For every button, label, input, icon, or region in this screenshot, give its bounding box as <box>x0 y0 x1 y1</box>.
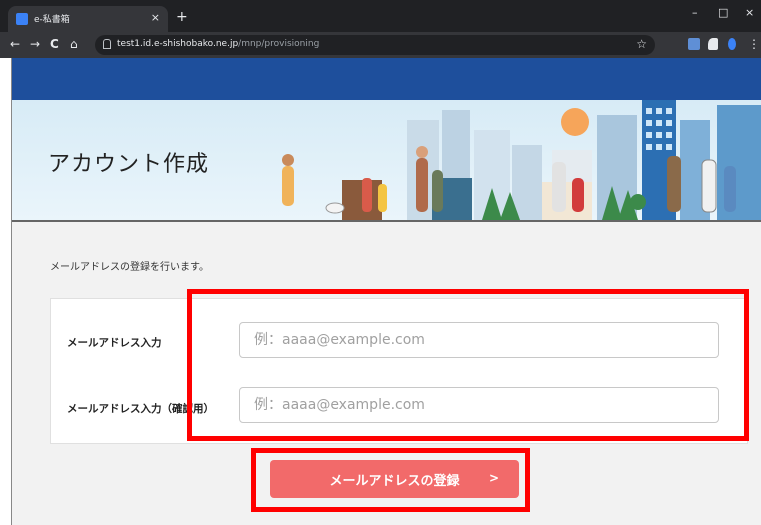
url-host: test1.id.e-shishobako.ne.jp <box>117 39 239 49</box>
email-confirm-label: メールアドレス入力（確認用） <box>67 403 214 415</box>
bookmark-star-icon[interactable]: ☆ <box>636 37 647 51</box>
chevron-right-icon: > <box>488 471 499 485</box>
minimize-button[interactable]: – <box>692 6 698 19</box>
tab-close-icon[interactable]: × <box>151 11 160 24</box>
puzzle-icon[interactable] <box>708 38 718 50</box>
register-email-button[interactable]: メールアドレスの登録 > <box>270 460 519 498</box>
lock-icon <box>103 39 111 49</box>
reload-button[interactable]: C <box>50 37 59 51</box>
shop-shape <box>542 182 592 220</box>
url-path: /mnp/provisioning <box>238 39 320 49</box>
city-illustration <box>282 100 761 220</box>
browser-window: e-私書箱 × + – □ × ← → C ⌂ test1.id.e-shish… <box>0 0 761 525</box>
email-label: メールアドレス入力 <box>67 337 162 349</box>
forward-button[interactable]: → <box>30 37 40 51</box>
extension-icon[interactable] <box>688 38 700 50</box>
dog-shape <box>325 202 345 214</box>
register-email-button-label: メールアドレスの登録 <box>329 474 460 489</box>
maximize-button[interactable]: □ <box>718 6 728 19</box>
tab-bar: e-私書箱 × + – □ × <box>0 0 761 32</box>
back-button[interactable]: ← <box>10 37 20 51</box>
hero-banner: アカウント作成 <box>12 100 761 222</box>
site-header <box>12 58 761 100</box>
profile-icon[interactable] <box>728 38 736 50</box>
registration-form: メールアドレス入力 メールアドレス入力（確認用） <box>50 298 748 444</box>
tab-title: e-私書箱 <box>34 15 70 25</box>
email-field[interactable] <box>239 322 719 358</box>
address-bar[interactable]: test1.id.e-shishobako.ne.jp/mnp/provisio… <box>95 35 655 55</box>
main-content: メールアドレスの登録を行います。 メールアドレス入力 メールアドレス入力（確認用… <box>12 222 761 525</box>
menu-dots-icon[interactable]: ⋮ <box>748 37 760 51</box>
sun-shape <box>561 108 589 136</box>
building-shape <box>512 145 542 220</box>
browser-toolbar: ← → C ⌂ test1.id.e-shishobako.ne.jp/mnp/… <box>0 32 761 58</box>
url-text: test1.id.e-shishobako.ne.jp/mnp/provisio… <box>117 39 319 49</box>
new-tab-button[interactable]: + <box>176 9 188 25</box>
email-confirm-field[interactable] <box>239 387 719 423</box>
close-window-button[interactable]: × <box>745 6 754 19</box>
browser-tab[interactable]: e-私書箱 × <box>8 6 168 32</box>
home-button[interactable]: ⌂ <box>70 37 78 51</box>
building-shape <box>717 105 761 220</box>
page-description: メールアドレスの登録を行います。 <box>50 262 209 273</box>
favicon-icon <box>16 13 28 25</box>
